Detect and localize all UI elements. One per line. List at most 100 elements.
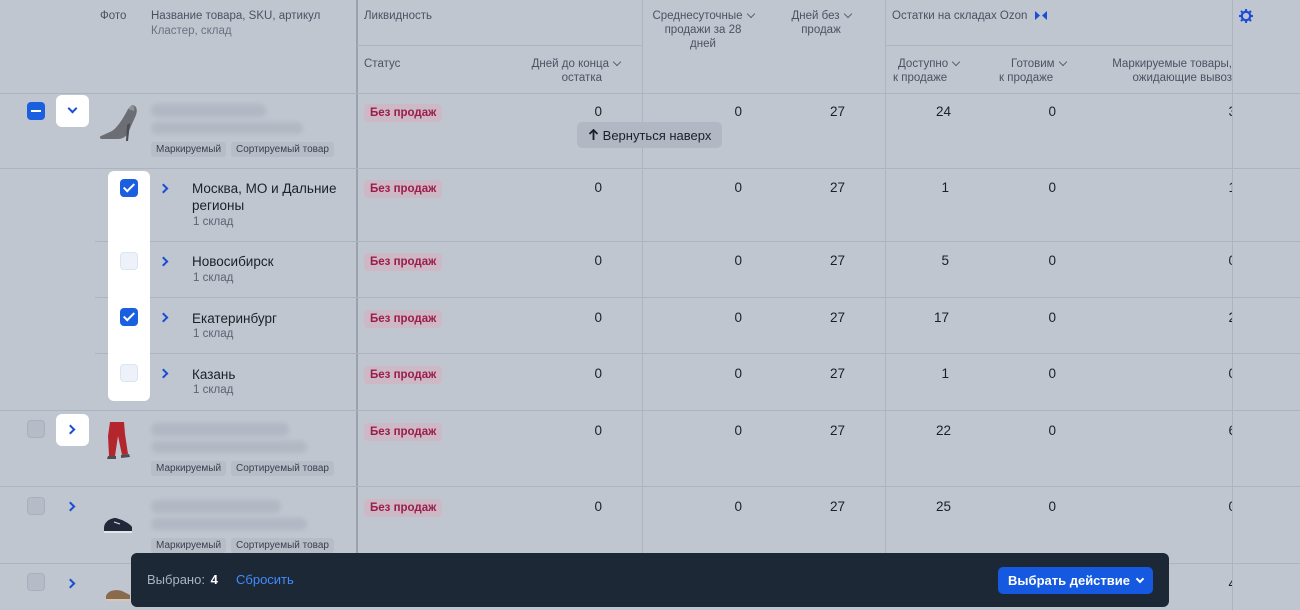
available: 5: [941, 253, 949, 268]
product-sku-blurred: [151, 518, 307, 530]
expand-toggle-product-1[interactable]: [56, 95, 89, 127]
preparing: 0: [1048, 366, 1056, 381]
tag-sorted: Сортируемый товар: [231, 142, 334, 157]
marked: 4: [1180, 576, 1232, 591]
available: 1: [941, 180, 949, 195]
header-available[interactable]: Доступно к продаже: [893, 57, 973, 85]
available: 22: [935, 423, 951, 438]
status-badge: Без продаж: [364, 104, 443, 122]
chevron-right-icon[interactable]: [158, 256, 169, 267]
status-badge: Без продаж: [364, 499, 443, 517]
header-liquidity: Ликвидность: [364, 10, 433, 22]
cluster-warehouses: 1 склад: [193, 216, 234, 228]
avg-sales: 0: [734, 310, 742, 325]
header-marked: Маркируемые товары, ожидающие вывоз: [1112, 58, 1232, 84]
preparing: 0: [1048, 104, 1056, 119]
chevron-right-icon[interactable]: [158, 312, 169, 323]
cluster-checkbox-ekaterinburg[interactable]: [120, 308, 138, 326]
avg-sales: 0: [734, 366, 742, 381]
status-badge: Без продаж: [364, 253, 443, 271]
chevron-right-icon[interactable]: [65, 501, 76, 512]
product-sku-blurred: [151, 441, 307, 453]
days-to-end: 0: [594, 499, 602, 514]
chevron-down-icon: [67, 103, 78, 114]
chevron-right-icon: [65, 424, 76, 435]
product-photo-pants[interactable]: [104, 420, 132, 460]
back-to-top-button[interactable]: Вернуться наверх: [577, 122, 722, 148]
product-photo-sneakers[interactable]: [102, 512, 134, 536]
header-product: Название товара, SKU, артикул: [151, 10, 321, 22]
days-no-sales: 27: [829, 180, 845, 195]
sort-chevron-icon: [1058, 57, 1067, 67]
status-badge: Без продаж: [364, 310, 443, 328]
product-photo-shoes[interactable]: [104, 584, 132, 604]
days-to-end: 0: [594, 310, 602, 325]
avg-sales: 0: [734, 499, 742, 514]
product-sku-blurred: [151, 122, 303, 134]
header-preparing[interactable]: Готовим к продаже: [999, 57, 1079, 85]
cluster-name: Москва, МО и Дальние регионы: [192, 181, 337, 213]
collapse-columns-icon[interactable]: [1034, 11, 1047, 20]
days-no-sales: 27: [829, 104, 845, 119]
chevron-right-icon[interactable]: [158, 183, 169, 194]
cluster-checkbox-kazan[interactable]: [120, 364, 138, 382]
header-stocks-ozon: Остатки на складах Ozon: [892, 9, 1047, 23]
header-days-to-end[interactable]: Дней до конца остатка: [490, 57, 622, 85]
marked: 3: [1180, 104, 1232, 119]
tag-marked: Маркируемый: [151, 461, 227, 476]
cluster-warehouses: 1 склад: [193, 328, 234, 340]
product-photo-heels[interactable]: [98, 103, 140, 143]
row-checkbox-product-1[interactable]: [27, 102, 45, 120]
product-name-blurred: [151, 104, 266, 117]
header-photo: Фото: [100, 10, 127, 22]
days-no-sales: 27: [829, 366, 845, 381]
cluster-warehouses: 1 склад: [193, 384, 234, 396]
days-no-sales: 27: [829, 499, 845, 514]
preparing: 0: [1048, 253, 1056, 268]
row-checkbox-product-4[interactable]: [27, 573, 45, 591]
cluster-name: Екатеринбург: [192, 311, 277, 326]
days-to-end: 0: [594, 180, 602, 195]
sort-chevron-icon: [843, 9, 852, 19]
row-checkbox-product-2[interactable]: [27, 420, 45, 438]
preparing: 0: [1048, 423, 1056, 438]
cluster-checkbox-novosibirsk[interactable]: [120, 252, 138, 270]
available: 25: [935, 499, 951, 514]
header-status: Статус: [364, 58, 401, 70]
header-product-sub: Кластер, склад: [151, 25, 232, 37]
chevron-right-icon[interactable]: [158, 368, 169, 379]
marked: 6: [1180, 423, 1232, 438]
header-avg-sales[interactable]: Среднесуточные продажи за 28 дней: [642, 9, 764, 51]
cluster-checkbox-moscow[interactable]: [120, 179, 138, 197]
selected-counter: Выбрано: 4: [147, 572, 218, 587]
avg-sales: 0: [734, 253, 742, 268]
chevron-down-icon: [1135, 574, 1145, 583]
preparing: 0: [1048, 310, 1056, 325]
settings-gear-icon[interactable]: [1239, 9, 1253, 23]
tag-sorted: Сортируемый товар: [231, 461, 334, 476]
avg-sales: 0: [734, 423, 742, 438]
available: 24: [935, 104, 951, 119]
marked: 0: [1180, 499, 1232, 514]
days-no-sales: 27: [829, 423, 845, 438]
status-badge: Без продаж: [364, 366, 443, 384]
preparing: 0: [1048, 180, 1056, 195]
product-name-blurred: [151, 423, 289, 436]
row-checkbox-product-3[interactable]: [27, 497, 45, 515]
days-no-sales: 27: [829, 310, 845, 325]
status-badge: Без продаж: [364, 180, 443, 198]
days-to-end: 0: [594, 253, 602, 268]
tag-sorted: Сортируемый товар: [231, 538, 334, 553]
status-badge: Без продаж: [364, 423, 443, 441]
header-days-no-sales[interactable]: Дней без продаж: [776, 9, 866, 37]
expand-toggle-product-2[interactable]: [56, 414, 89, 446]
chevron-right-icon[interactable]: [65, 578, 76, 589]
marked: 2: [1180, 310, 1232, 325]
avg-sales: 0: [734, 104, 742, 119]
available: 17: [933, 310, 949, 325]
avg-sales: 0: [734, 180, 742, 195]
cluster-warehouses: 1 склад: [193, 272, 234, 284]
reset-selection-link[interactable]: Сбросить: [236, 572, 294, 587]
sort-chevron-icon: [612, 57, 622, 67]
choose-action-button[interactable]: Выбрать действие: [998, 567, 1153, 594]
